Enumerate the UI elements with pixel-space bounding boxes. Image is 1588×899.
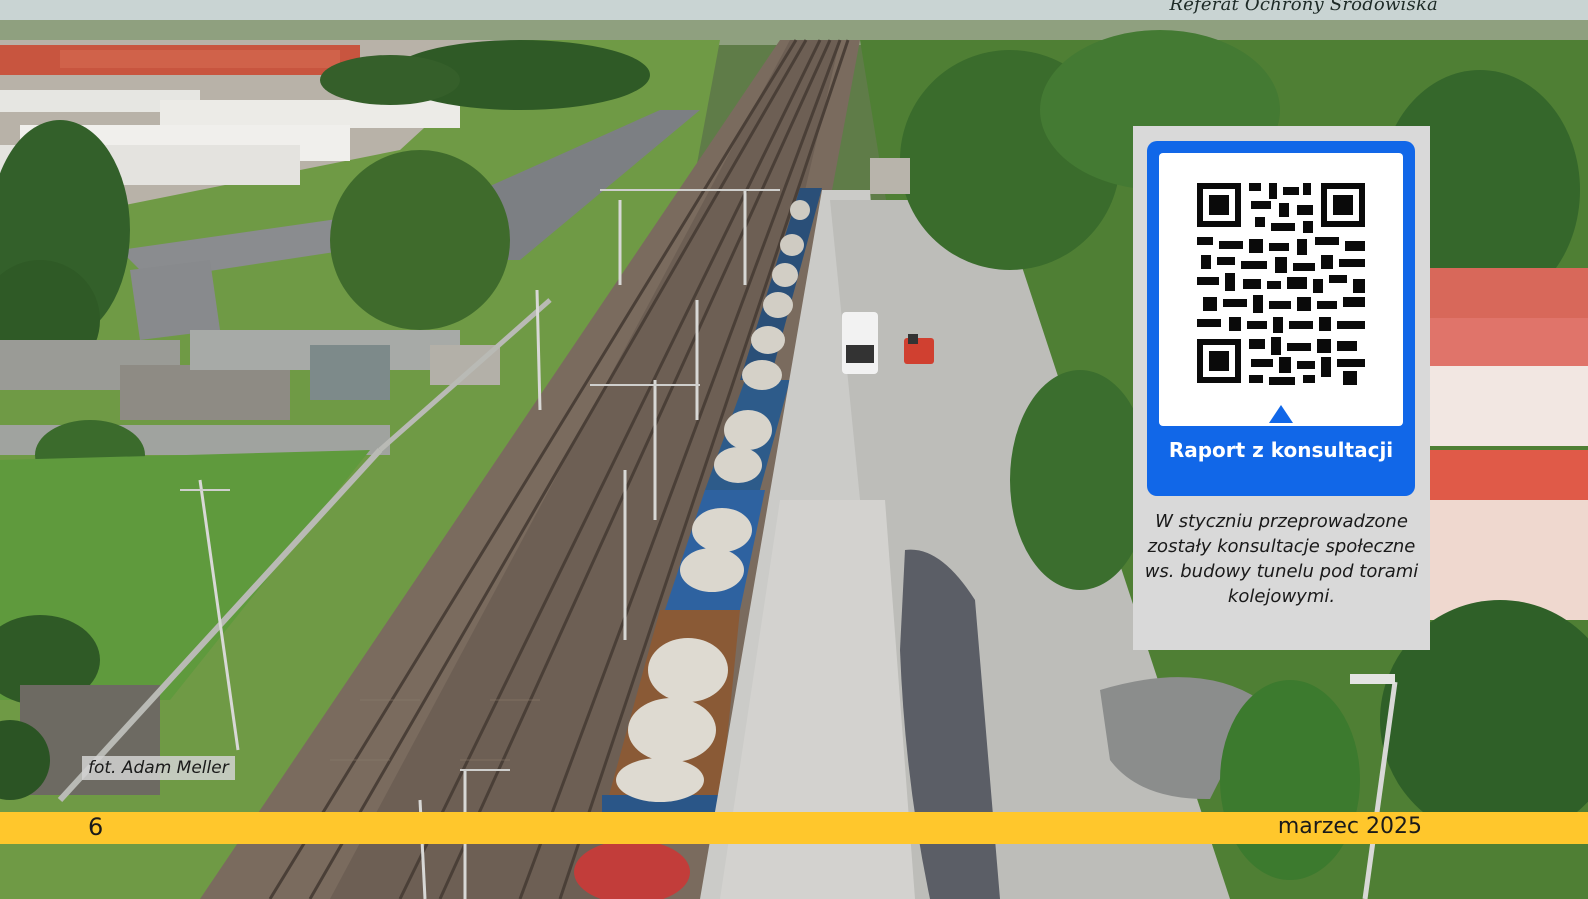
qr-pointer [1269,405,1293,423]
qr-code-container [1159,153,1403,426]
issue-date: marzec 2025 [1277,814,1422,839]
qr-card: Raport z konsultacji W styczniu przeprow… [1133,126,1430,650]
page-number: 6 [88,813,104,841]
header-department: Referat Ochrony Środowiska [1169,0,1438,15]
qr-report-link[interactable]: Raport z konsultacji [1147,141,1415,496]
qr-label[interactable]: Raport z konsultacji [1147,438,1415,462]
qr-code-icon [1197,183,1365,385]
footer-band: 6 marzec 2025 [0,812,1588,844]
photo-credit: fot. Adam Meller [82,756,235,780]
qr-caption: W styczniu przeprowadzone zostały konsul… [1144,511,1419,607]
